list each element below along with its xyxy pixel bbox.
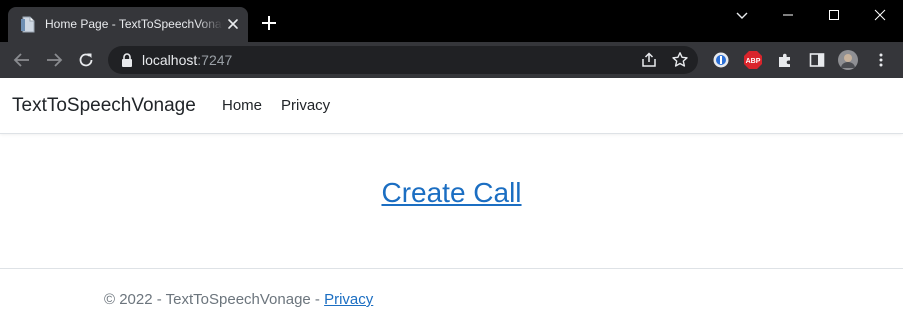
profile-avatar[interactable] [838, 50, 858, 70]
arrow-right-icon [47, 53, 63, 67]
side-panel-button[interactable] [807, 50, 827, 70]
reload-icon [79, 53, 93, 67]
nav-link-privacy[interactable]: Privacy [281, 97, 330, 115]
close-icon [874, 9, 886, 21]
url-port: :7247 [197, 52, 233, 68]
tab-search-button[interactable] [719, 0, 765, 30]
adblock-plus-extension[interactable]: ABP [743, 50, 763, 70]
page-icon [21, 16, 35, 33]
address-bar[interactable]: localhost:7247 [108, 46, 698, 74]
reload-button[interactable] [75, 49, 97, 71]
tab-title: Home Page - TextToSpeechVonage [45, 17, 223, 31]
browser-toolbar: localhost:7247 ABP [0, 42, 903, 78]
extensions-button[interactable] [775, 50, 795, 70]
side-panel-icon [809, 53, 825, 67]
one-password-icon [713, 52, 729, 68]
minimize-icon [783, 14, 793, 16]
footer-text: © 2022 - TextToSpeechVonage - Privacy [104, 291, 373, 309]
nav-link-home[interactable]: Home [222, 97, 262, 115]
back-button[interactable] [11, 49, 33, 71]
site-footer: © 2022 - TextToSpeechVonage - Privacy [0, 268, 903, 329]
close-window-button[interactable] [857, 0, 903, 30]
site-brand-link[interactable]: TextToSpeechVonage [12, 95, 196, 117]
maximize-button[interactable] [811, 0, 857, 30]
new-tab-icon[interactable] [260, 14, 278, 32]
main-content: Create Call [0, 176, 903, 210]
share-icon[interactable] [640, 51, 658, 69]
footer-copyright: © 2022 - TextToSpeechVonage - [104, 291, 325, 308]
forward-button[interactable] [43, 49, 65, 71]
browser-titlebar: Home Page - TextToSpeechVonage [0, 0, 903, 42]
avatar-icon [838, 50, 858, 70]
star-bookmark-icon[interactable] [671, 51, 689, 69]
tab-close-icon[interactable] [226, 17, 240, 31]
create-call-link[interactable]: Create Call [381, 177, 521, 208]
browser-menu-button[interactable] [871, 50, 891, 70]
url-host: localhost [142, 52, 198, 68]
maximize-icon [829, 10, 839, 20]
site-navbar: TextToSpeechVonage Home Privacy [0, 78, 903, 134]
puzzle-extensions-icon [779, 53, 790, 67]
footer-privacy-link[interactable]: Privacy [324, 291, 373, 308]
lock-icon[interactable] [120, 52, 134, 68]
browser-tab-active[interactable]: Home Page - TextToSpeechVonage [8, 7, 248, 42]
svg-text:ABP: ABP [746, 58, 761, 65]
url-text[interactable]: localhost:7247 [142, 52, 232, 68]
chevron-down-icon [736, 12, 748, 19]
one-password-extension[interactable] [711, 50, 731, 70]
page-viewport: TextToSpeechVonage Home Privacy Create C… [0, 78, 903, 329]
more-vertical-icon [879, 53, 883, 67]
minimize-button[interactable] [765, 0, 811, 30]
adblock-plus-icon: ABP [744, 51, 762, 69]
arrow-left-icon [13, 53, 29, 67]
